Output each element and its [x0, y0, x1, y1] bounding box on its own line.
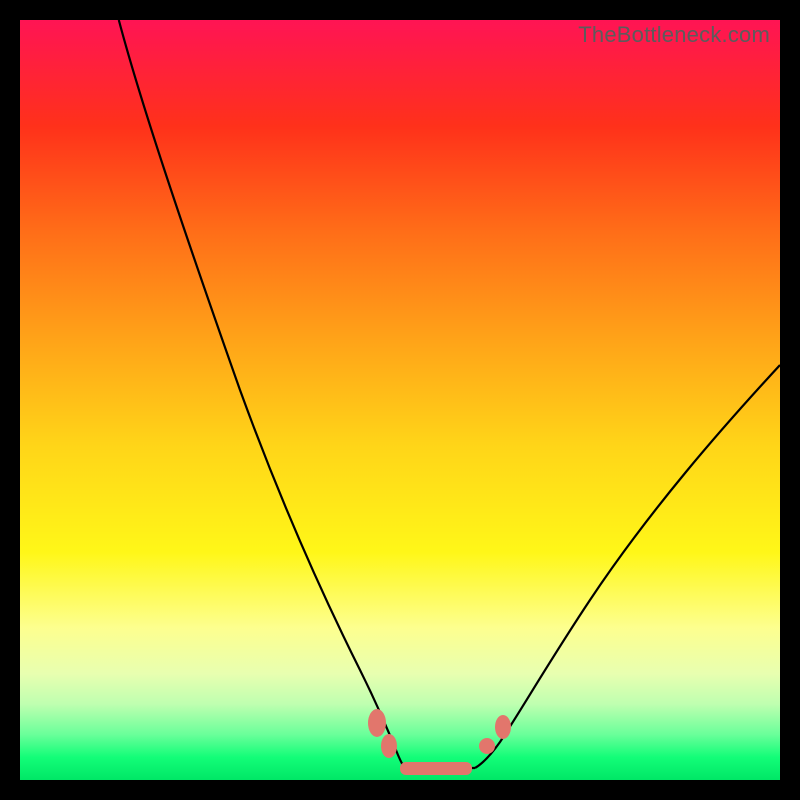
marker-right-lower [479, 738, 495, 754]
marker-left-upper [368, 709, 386, 737]
marker-right-upper [495, 715, 511, 739]
curve-layer [20, 20, 780, 780]
chart-frame: TheBottleneck.com [0, 0, 800, 800]
marker-left-lower [381, 734, 397, 758]
curve-right [475, 365, 780, 768]
curve-left [119, 20, 405, 768]
plot-area: TheBottleneck.com [20, 20, 780, 780]
marker-flat-pill [400, 762, 472, 775]
